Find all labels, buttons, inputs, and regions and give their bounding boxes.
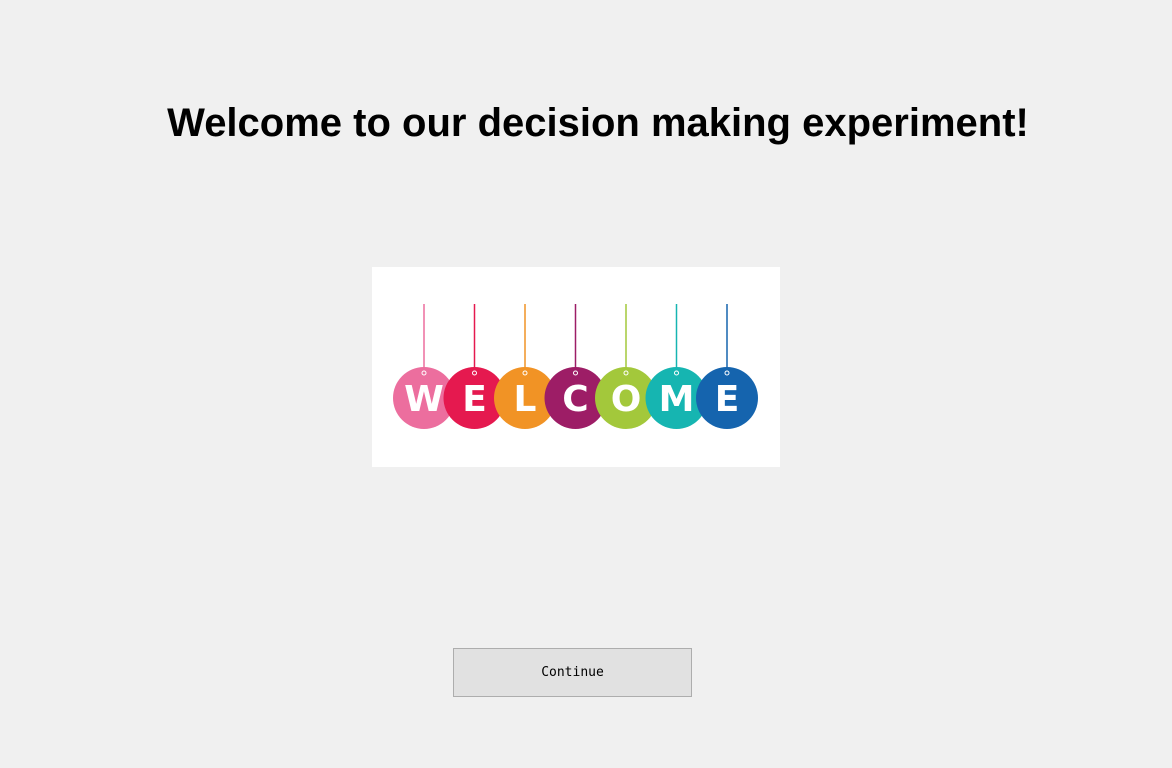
tag-letter: W [404, 379, 444, 420]
tag-letter: C [562, 379, 588, 420]
tag-letter: M [659, 379, 695, 420]
page: Welcome to our decision making experimen… [0, 0, 1172, 768]
welcome-banner-graphic: WELCOME [393, 304, 758, 429]
tag-letter: E [715, 379, 740, 420]
page-title: Welcome to our decision making experimen… [167, 101, 1029, 145]
tag-7: E [696, 367, 758, 429]
tag-letter: E [462, 379, 487, 420]
welcome-banner-image: WELCOME [372, 267, 780, 467]
tag-letter: O [611, 379, 642, 420]
continue-button[interactable]: Continue [453, 648, 692, 697]
tag-letter: L [514, 379, 537, 420]
